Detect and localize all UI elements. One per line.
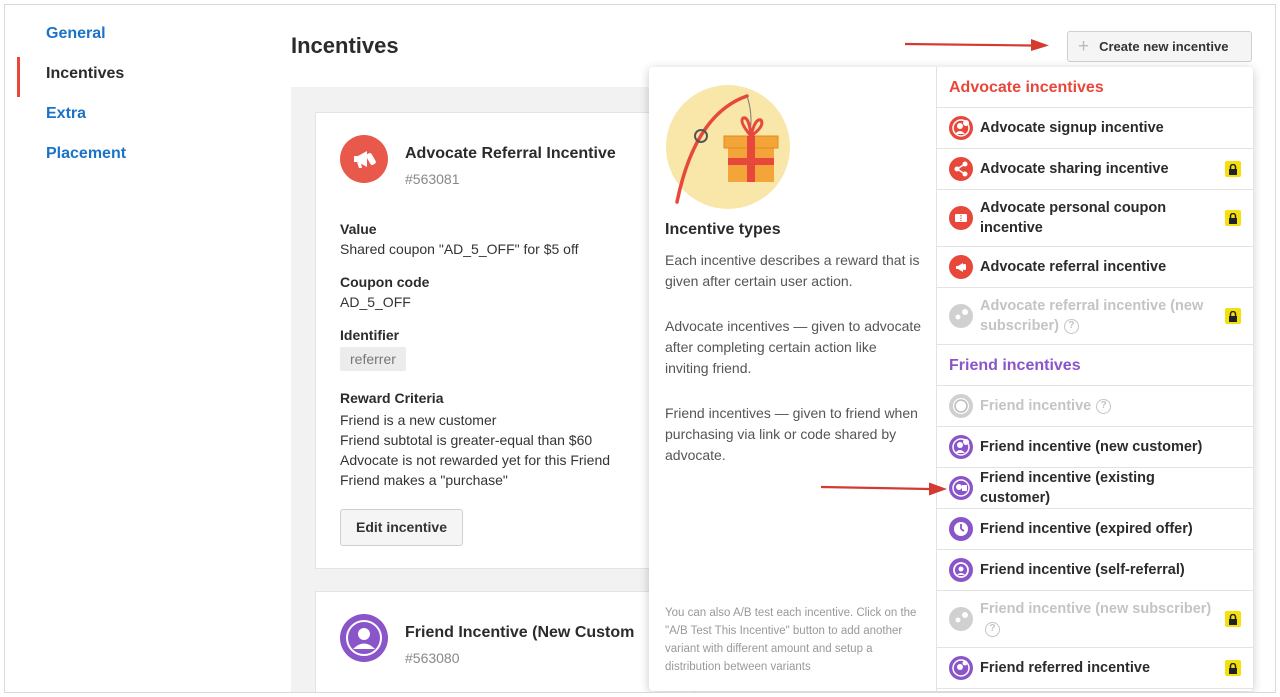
friend-incentives-heading: Friend incentives — [937, 345, 1253, 386]
card-title: Friend Incentive (New Custom — [405, 624, 635, 641]
megaphone-icon — [340, 135, 388, 183]
menu-item-friend-expired-offer[interactable]: Friend incentive (expired offer) — [937, 509, 1253, 550]
menu-item-label: Advocate personal coupon incentive — [980, 200, 1167, 236]
user-icon — [949, 394, 973, 418]
user-card-icon — [949, 476, 973, 500]
plus-icon: + — [1078, 36, 1090, 57]
subscriber-icon — [949, 607, 973, 631]
value-label: Value — [340, 221, 377, 237]
share-icon — [949, 157, 973, 181]
value-text: Shared coupon "AD_5_OFF" for $5 off — [340, 241, 579, 257]
self-referral-icon — [949, 558, 973, 582]
incentive-card: Advocate Referral Incentive #563081 Valu… — [315, 112, 695, 569]
menu-item-friend-new-subscriber[interactable]: Friend incentive (new subscriber)? — [937, 591, 1253, 648]
lock-icon — [1225, 308, 1241, 324]
sidebar-item-general[interactable]: General — [17, 17, 257, 57]
create-new-incentive-button[interactable]: + Create new incentive — [1067, 31, 1252, 62]
help-icon[interactable]: ? — [985, 621, 1000, 637]
fishing-gift-illustration — [666, 85, 790, 209]
lock-icon — [1225, 611, 1241, 627]
card-id: #563080 — [405, 650, 460, 666]
coupon-code-label: Coupon code — [340, 274, 430, 290]
incentive-types-popover: Incentive types Each incentive describes… — [649, 67, 1253, 691]
reward-criteria-label: Reward Criteria — [340, 390, 444, 406]
menu-item-advocate-personal-coupon[interactable]: Advocate personal coupon incentive — [937, 190, 1253, 247]
menu-item-label-with-help: Friend incentive? — [980, 396, 1220, 416]
menu-item-label: Friend incentive (self-referral) — [980, 562, 1185, 578]
edit-incentive-button[interactable]: Edit incentive — [340, 509, 463, 546]
menu-item-label: Advocate sharing incentive — [980, 161, 1169, 177]
incentive-types-info: Incentive types Each incentive describes… — [649, 67, 936, 691]
menu-item-label: Friend incentive (new subscriber) — [980, 601, 1212, 617]
incentive-types-description: Each incentive describes a reward that i… — [665, 252, 920, 289]
friend-user-icon — [340, 614, 388, 662]
menu-item-advocate-signup[interactable]: Advocate signup incentive — [937, 108, 1253, 149]
identifier-label: Identifier — [340, 327, 400, 343]
menu-item-friend-incentive[interactable]: Friend incentive? — [937, 386, 1253, 427]
megaphone-icon — [949, 255, 973, 279]
coupon-code-value: AD_5_OFF — [340, 294, 411, 310]
page-title: Incentives — [291, 33, 399, 58]
user-plus-icon — [949, 435, 973, 459]
menu-item-label: Advocate referral incentive — [980, 259, 1167, 275]
card-id: #563081 — [405, 171, 460, 187]
identifier-tag: referrer — [340, 347, 406, 371]
menu-item-friend-existing-customer[interactable]: Friend incentive (existing customer) — [937, 468, 1253, 509]
help-icon[interactable]: ? — [1096, 398, 1112, 414]
coupon-icon — [949, 206, 973, 230]
subscriber-icon — [949, 304, 973, 328]
sidebar-item-placement[interactable]: Placement — [17, 137, 257, 177]
menu-item-label: Friend incentive (existing customer) — [980, 470, 1155, 506]
menu-item-label-with-help: Advocate referral incentive (new subscri… — [980, 296, 1220, 336]
menu-item-label: Friend incentive — [980, 398, 1092, 414]
referred-icon — [949, 656, 973, 680]
lock-icon — [1225, 210, 1241, 226]
clock-icon — [949, 517, 973, 541]
sidebar-item-extra[interactable]: Extra — [17, 97, 257, 137]
menu-item-label: Advocate referral incentive (new subscri… — [980, 298, 1204, 334]
settings-sidebar: General Incentives Extra Placement — [17, 17, 257, 177]
incentive-card: Friend Incentive (New Custom #563080 — [315, 591, 695, 692]
create-new-incentive-label: Create new incentive — [1099, 39, 1229, 54]
menu-item-label: Friend incentive (new customer) — [980, 439, 1203, 455]
help-icon[interactable]: ? — [1063, 318, 1079, 334]
criteria-item: Friend makes a "purchase" — [340, 472, 508, 488]
app-window: General Incentives Extra Placement Incen… — [4, 4, 1276, 693]
user-plus-icon — [949, 116, 973, 140]
menu-item-advocate-sharing[interactable]: Advocate sharing incentive — [937, 149, 1253, 190]
annotation-arrow-existing-customer — [820, 482, 947, 496]
lock-icon — [1225, 161, 1241, 177]
lock-icon — [1225, 660, 1241, 676]
menu-item-label: Advocate signup incentive — [980, 120, 1164, 136]
incentive-type-menu: Advocate incentives Advocate signup ince… — [936, 67, 1253, 691]
sidebar-item-incentives[interactable]: Incentives — [17, 57, 257, 97]
menu-item-friend-new-customer[interactable]: Friend incentive (new customer) — [937, 427, 1253, 468]
card-title: Advocate Referral Incentive — [405, 145, 616, 162]
menu-item-advocate-referral-new-subscriber[interactable]: Advocate referral incentive (new subscri… — [937, 288, 1253, 345]
criteria-item: Friend subtotal is greater-equal than $6… — [340, 432, 593, 448]
incentive-types-heading: Incentive types — [665, 221, 781, 238]
annotation-arrow-create — [904, 39, 1049, 51]
menu-item-label-with-help: Friend incentive (new subscriber)? — [980, 599, 1220, 639]
menu-item-advocate-referral[interactable]: Advocate referral incentive — [937, 247, 1253, 288]
ab-test-note: You can also A/B test each incentive. Cl… — [665, 607, 917, 673]
menu-item-friend-referred[interactable]: Friend referred incentive — [937, 648, 1253, 689]
advocate-incentives-description: Advocate incentives — given to advocate … — [665, 318, 922, 376]
criteria-item: Friend is a new customer — [340, 412, 497, 428]
criteria-item: Advocate is not rewarded yet for this Fr… — [340, 452, 611, 468]
menu-item-label: Friend referred incentive — [980, 660, 1151, 676]
friend-incentives-description: Friend incentives — given to friend when… — [665, 405, 918, 463]
menu-item-friend-self-referral[interactable]: Friend incentive (self-referral) — [937, 550, 1253, 591]
menu-item-label: Friend incentive (expired offer) — [980, 521, 1193, 537]
advocate-incentives-heading: Advocate incentives — [937, 67, 1253, 108]
